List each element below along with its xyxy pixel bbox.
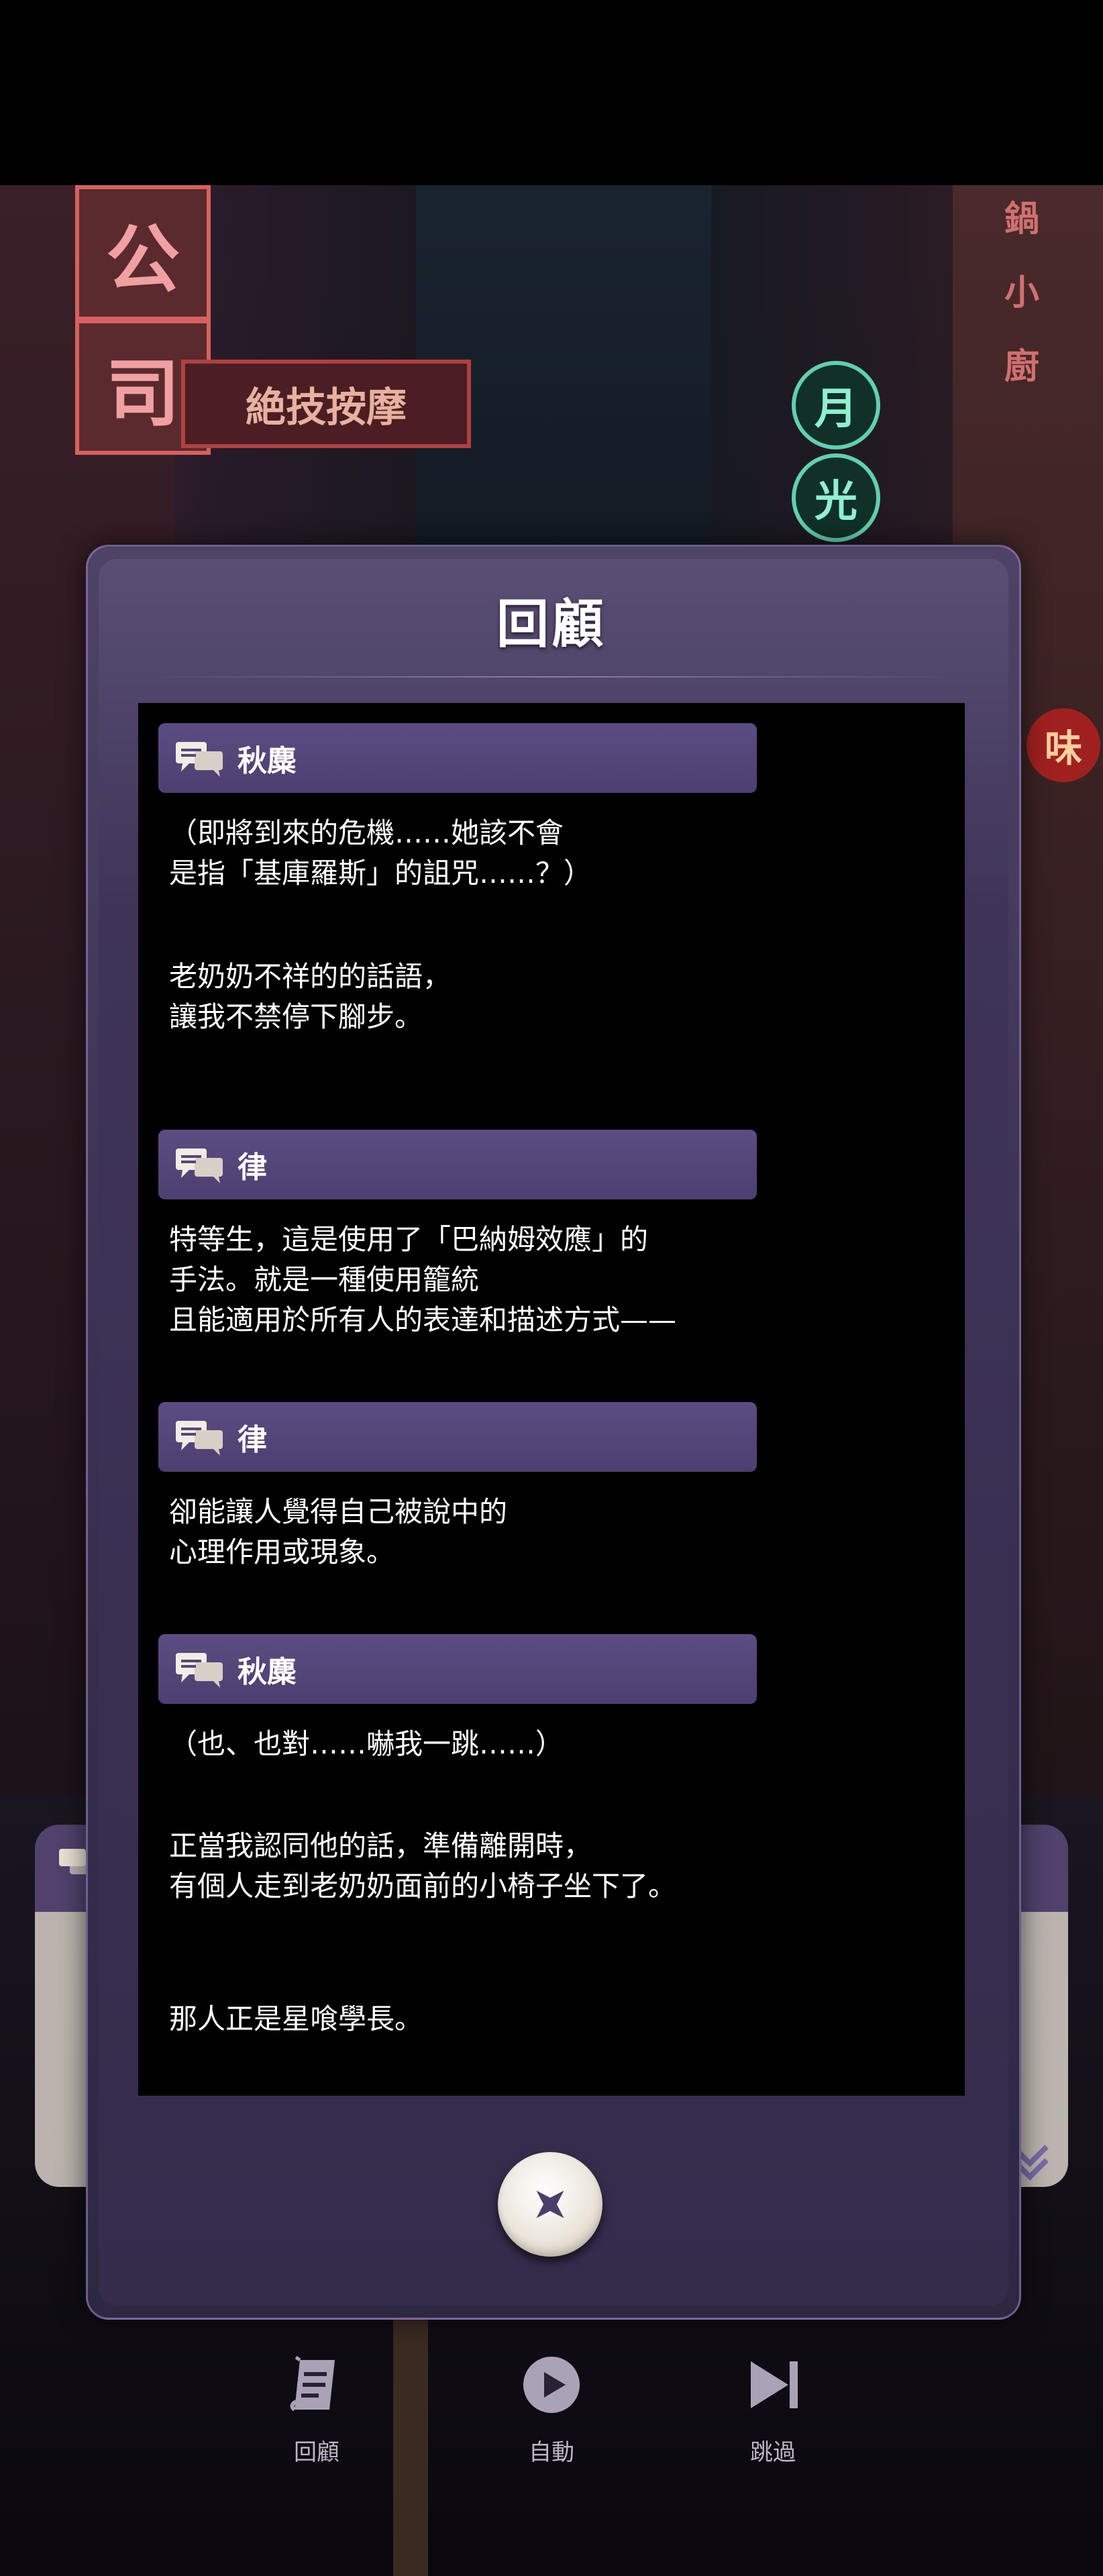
speaker-name: 律	[238, 1423, 267, 1457]
chat-bubbles-icon	[176, 1653, 223, 1688]
narration-line: 那人正是星喰學長。	[169, 2002, 423, 2035]
dialog-line: 且能適用於所有人的表達和描述方式——	[169, 1303, 677, 1336]
backlog-title: 回顧	[496, 594, 607, 655]
speaker-bar: 秋麋	[158, 1634, 757, 1704]
speaker-name: 秋麋	[238, 744, 297, 778]
neon-sign-5: 光	[792, 453, 880, 542]
dialog-line: 手法。就是一種使用籠統	[169, 1263, 480, 1296]
dialog-line: （即將到來的危機……她該不會	[169, 816, 564, 849]
speaker-bar: 律	[158, 1402, 757, 1472]
log-entry-5: 秋麋 （也、也對……嚇我一跳……）	[158, 1634, 945, 1764]
chat-bubbles-icon	[176, 1421, 223, 1456]
neon-sign-6: 鍋	[1004, 198, 1039, 239]
menu-auto-button[interactable]: 自動	[484, 2348, 619, 2467]
neon-sign-1: 公	[75, 185, 211, 321]
dialog-line: 心理作用或現象。	[169, 1536, 395, 1568]
top-black-bar	[0, 0, 1103, 185]
neon-sign-4: 月	[792, 361, 880, 449]
dialog-line: 是指「基庫羅斯」的詛咒……？）	[169, 857, 592, 890]
menu-skip-button[interactable]: 跳過	[706, 2348, 840, 2467]
narration-line: 讓我不禁停下腳步。	[169, 1000, 423, 1033]
speaker-bar: 秋麋	[158, 723, 757, 793]
chat-bubbles-icon	[176, 742, 223, 777]
skip-forward-icon	[751, 2361, 798, 2408]
log-entry-2: 老奶奶不祥的的話語， 讓我不禁停下腳步。	[158, 957, 945, 1037]
pole	[393, 2318, 428, 2576]
speaker-name: 秋麋	[238, 1655, 297, 1689]
dialog-line: 特等生，這是使用了「巴納姆效應」的	[169, 1223, 649, 1256]
narration-line: 有個人走到老奶奶面前的小椅子坐下了。	[169, 1870, 677, 1902]
title-divider	[141, 676, 962, 678]
menu-backlog-button[interactable]: 回顧	[250, 2348, 384, 2467]
speaker-bar: 律	[158, 1130, 757, 1199]
log-entry-1: 秋麋 （即將到來的危機……她該不會 是指「基庫羅斯」的詛咒……？）	[158, 723, 945, 894]
close-x-icon	[536, 2190, 564, 2218]
backlog-log-area[interactable]: 秋麋 （即將到來的危機……她該不會 是指「基庫羅斯」的詛咒……？） 老奶奶不祥的…	[138, 703, 965, 2096]
chat-bubbles-icon	[176, 1148, 223, 1183]
narration-line: 正當我認同他的話，準備離開時，	[169, 1829, 592, 1862]
menu-backlog-label: 回顧	[294, 2439, 339, 2466]
play-icon	[523, 2357, 580, 2413]
menu-auto-label: 自動	[529, 2439, 574, 2466]
log-entry-4: 律 卻能讓人覺得自己被說中的 心理作用或現象。	[158, 1402, 945, 1572]
dialog-line: 卻能讓人覺得自己被說中的	[169, 1495, 508, 1528]
speaker-name: 律	[238, 1150, 267, 1185]
neon-sign-9: 味	[1027, 708, 1100, 782]
log-entry-3: 律 特等生，這是使用了「巴納姆效應」的 手法。就是一種使用籠統 且能適用於所有人…	[158, 1130, 945, 1340]
log-entry-7: 那人正是星喰學長。	[158, 1999, 945, 2039]
neon-sign-8: 廚	[1004, 345, 1039, 387]
close-button[interactable]	[498, 2152, 602, 2257]
narration-line: 老奶奶不祥的的話語，	[169, 960, 452, 993]
scroll-icon	[290, 2355, 335, 2412]
neon-sign-3: 絶技按摩	[181, 360, 471, 448]
menu-skip-label: 跳過	[750, 2439, 796, 2466]
log-entry-6: 正當我認同他的話，準備離開時， 有個人走到老奶奶面前的小椅子坐下了。	[158, 1826, 945, 1907]
neon-sign-7: 小	[1004, 272, 1039, 313]
dialog-line: （也、也對……嚇我一跳……）	[169, 1727, 564, 1760]
